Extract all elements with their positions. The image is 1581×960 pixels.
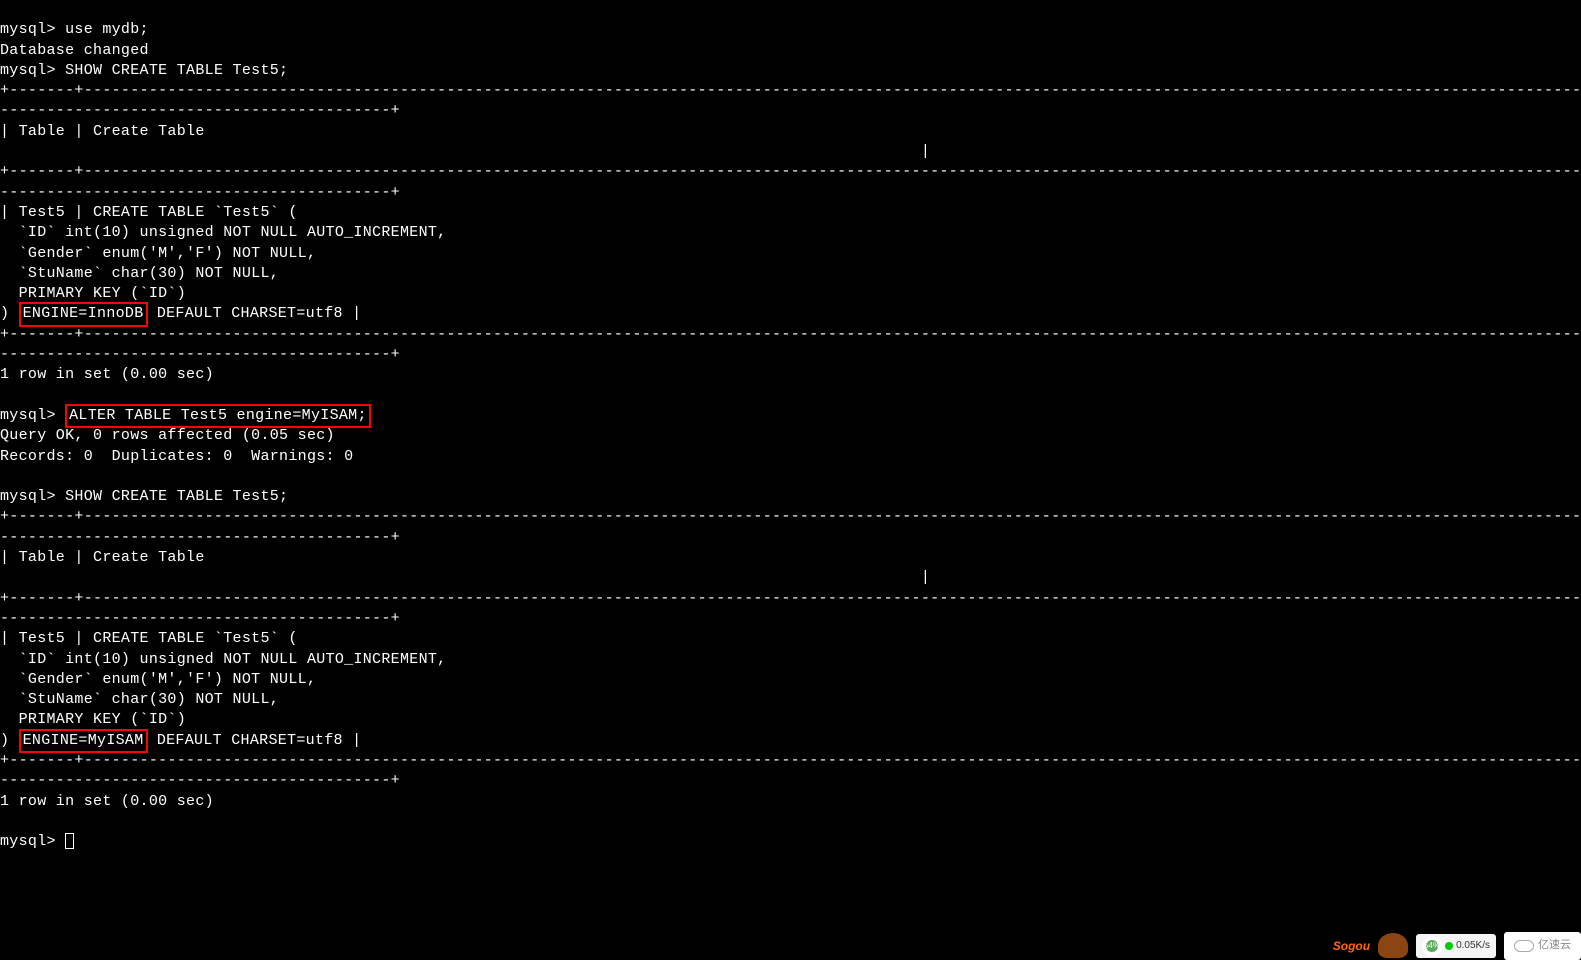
prompt: mysql> <box>0 62 56 79</box>
taskbar: Sogou 54% 0.05K/s 亿速云 <box>1333 932 1581 960</box>
command-use: use mydb; <box>65 21 149 38</box>
create-stmt-line: `ID` int(10) unsigned NOT NULL AUTO_INCR… <box>0 651 446 668</box>
cloud-icon <box>1514 940 1534 952</box>
command-show-create: SHOW CREATE TABLE Test5; <box>65 62 288 79</box>
terminal-output: mysql> use mydb; Database changed mysql>… <box>0 0 1581 852</box>
separator: +-------+-------------------------------… <box>0 82 1581 99</box>
cursor[interactable] <box>65 833 74 849</box>
cloud-text: 亿速云 <box>1538 936 1571 956</box>
header-end: | <box>921 569 930 586</box>
final-prompt: mysql> <box>0 833 65 850</box>
status-dot-icon <box>1445 942 1453 950</box>
create-engine-post: DEFAULT CHARSET=utf8 | <box>148 732 362 749</box>
separator-end: ----------------------------------------… <box>0 529 400 546</box>
table-header: | Table | Create Table <box>0 123 205 140</box>
engine-myisam-highlight: ENGINE=MyISAM <box>19 729 148 753</box>
separator-end: ----------------------------------------… <box>0 610 400 627</box>
header-end: | <box>921 143 930 160</box>
command-show-create-2: SHOW CREATE TABLE Test5; <box>65 488 288 505</box>
create-engine-pre: ) <box>0 732 19 749</box>
rowcount: 1 row in set (0.00 sec) <box>0 793 214 810</box>
create-stmt-line: PRIMARY KEY (`ID`) <box>0 711 186 728</box>
create-engine-post: DEFAULT CHARSET=utf8 | <box>148 305 362 322</box>
engine-innodb-highlight: ENGINE=InnoDB <box>19 302 148 326</box>
create-stmt-line: PRIMARY KEY (`ID`) <box>0 285 186 302</box>
db-changed: Database changed <box>0 42 149 59</box>
create-stmt-line: `Gender` enum('M','F') NOT NULL, <box>0 671 316 688</box>
separator: +-------+-------------------------------… <box>0 752 1581 769</box>
create-stmt-line: `StuName` char(30) NOT NULL, <box>0 265 279 282</box>
separator-end: ----------------------------------------… <box>0 184 400 201</box>
speed-indicator[interactable]: 54% 0.05K/s <box>1416 934 1496 958</box>
create-stmt-line: `ID` int(10) unsigned NOT NULL AUTO_INCR… <box>0 224 446 241</box>
alter-table-highlight: ALTER TABLE Test5 engine=MyISAM; <box>65 404 371 428</box>
create-stmt-line: `Gender` enum('M','F') NOT NULL, <box>0 245 316 262</box>
prompt: mysql> <box>0 488 56 505</box>
create-stmt-line: | Test5 | CREATE TABLE `Test5` ( <box>0 204 298 221</box>
net-speed: 0.05K/s <box>1456 936 1490 956</box>
separator-end: ----------------------------------------… <box>0 102 400 119</box>
sogou-icon[interactable]: Sogou <box>1333 936 1370 956</box>
separator-end: ----------------------------------------… <box>0 346 400 363</box>
table-header: | Table | Create Table <box>0 549 205 566</box>
cat-icon[interactable] <box>1378 933 1408 958</box>
separator: +-------+-------------------------------… <box>0 590 1581 607</box>
create-stmt-line: | Test5 | CREATE TABLE `Test5` ( <box>0 630 298 647</box>
create-engine-pre: ) <box>0 305 19 322</box>
records-stats: Records: 0 Duplicates: 0 Warnings: 0 <box>0 448 353 465</box>
separator: +-------+-------------------------------… <box>0 508 1581 525</box>
create-stmt-line: `StuName` char(30) NOT NULL, <box>0 691 279 708</box>
prompt: mysql> <box>0 407 56 424</box>
separator: +-------+-------------------------------… <box>0 163 1581 180</box>
rowcount: 1 row in set (0.00 sec) <box>0 366 214 383</box>
separator-end: ----------------------------------------… <box>0 772 400 789</box>
speed-badge-icon: 54% <box>1422 936 1442 956</box>
cloud-badge[interactable]: 亿速云 <box>1504 932 1581 960</box>
query-ok: Query OK, 0 rows affected (0.05 sec) <box>0 427 335 444</box>
separator: +-------+-------------------------------… <box>0 326 1581 343</box>
prompt: mysql> <box>0 21 56 38</box>
